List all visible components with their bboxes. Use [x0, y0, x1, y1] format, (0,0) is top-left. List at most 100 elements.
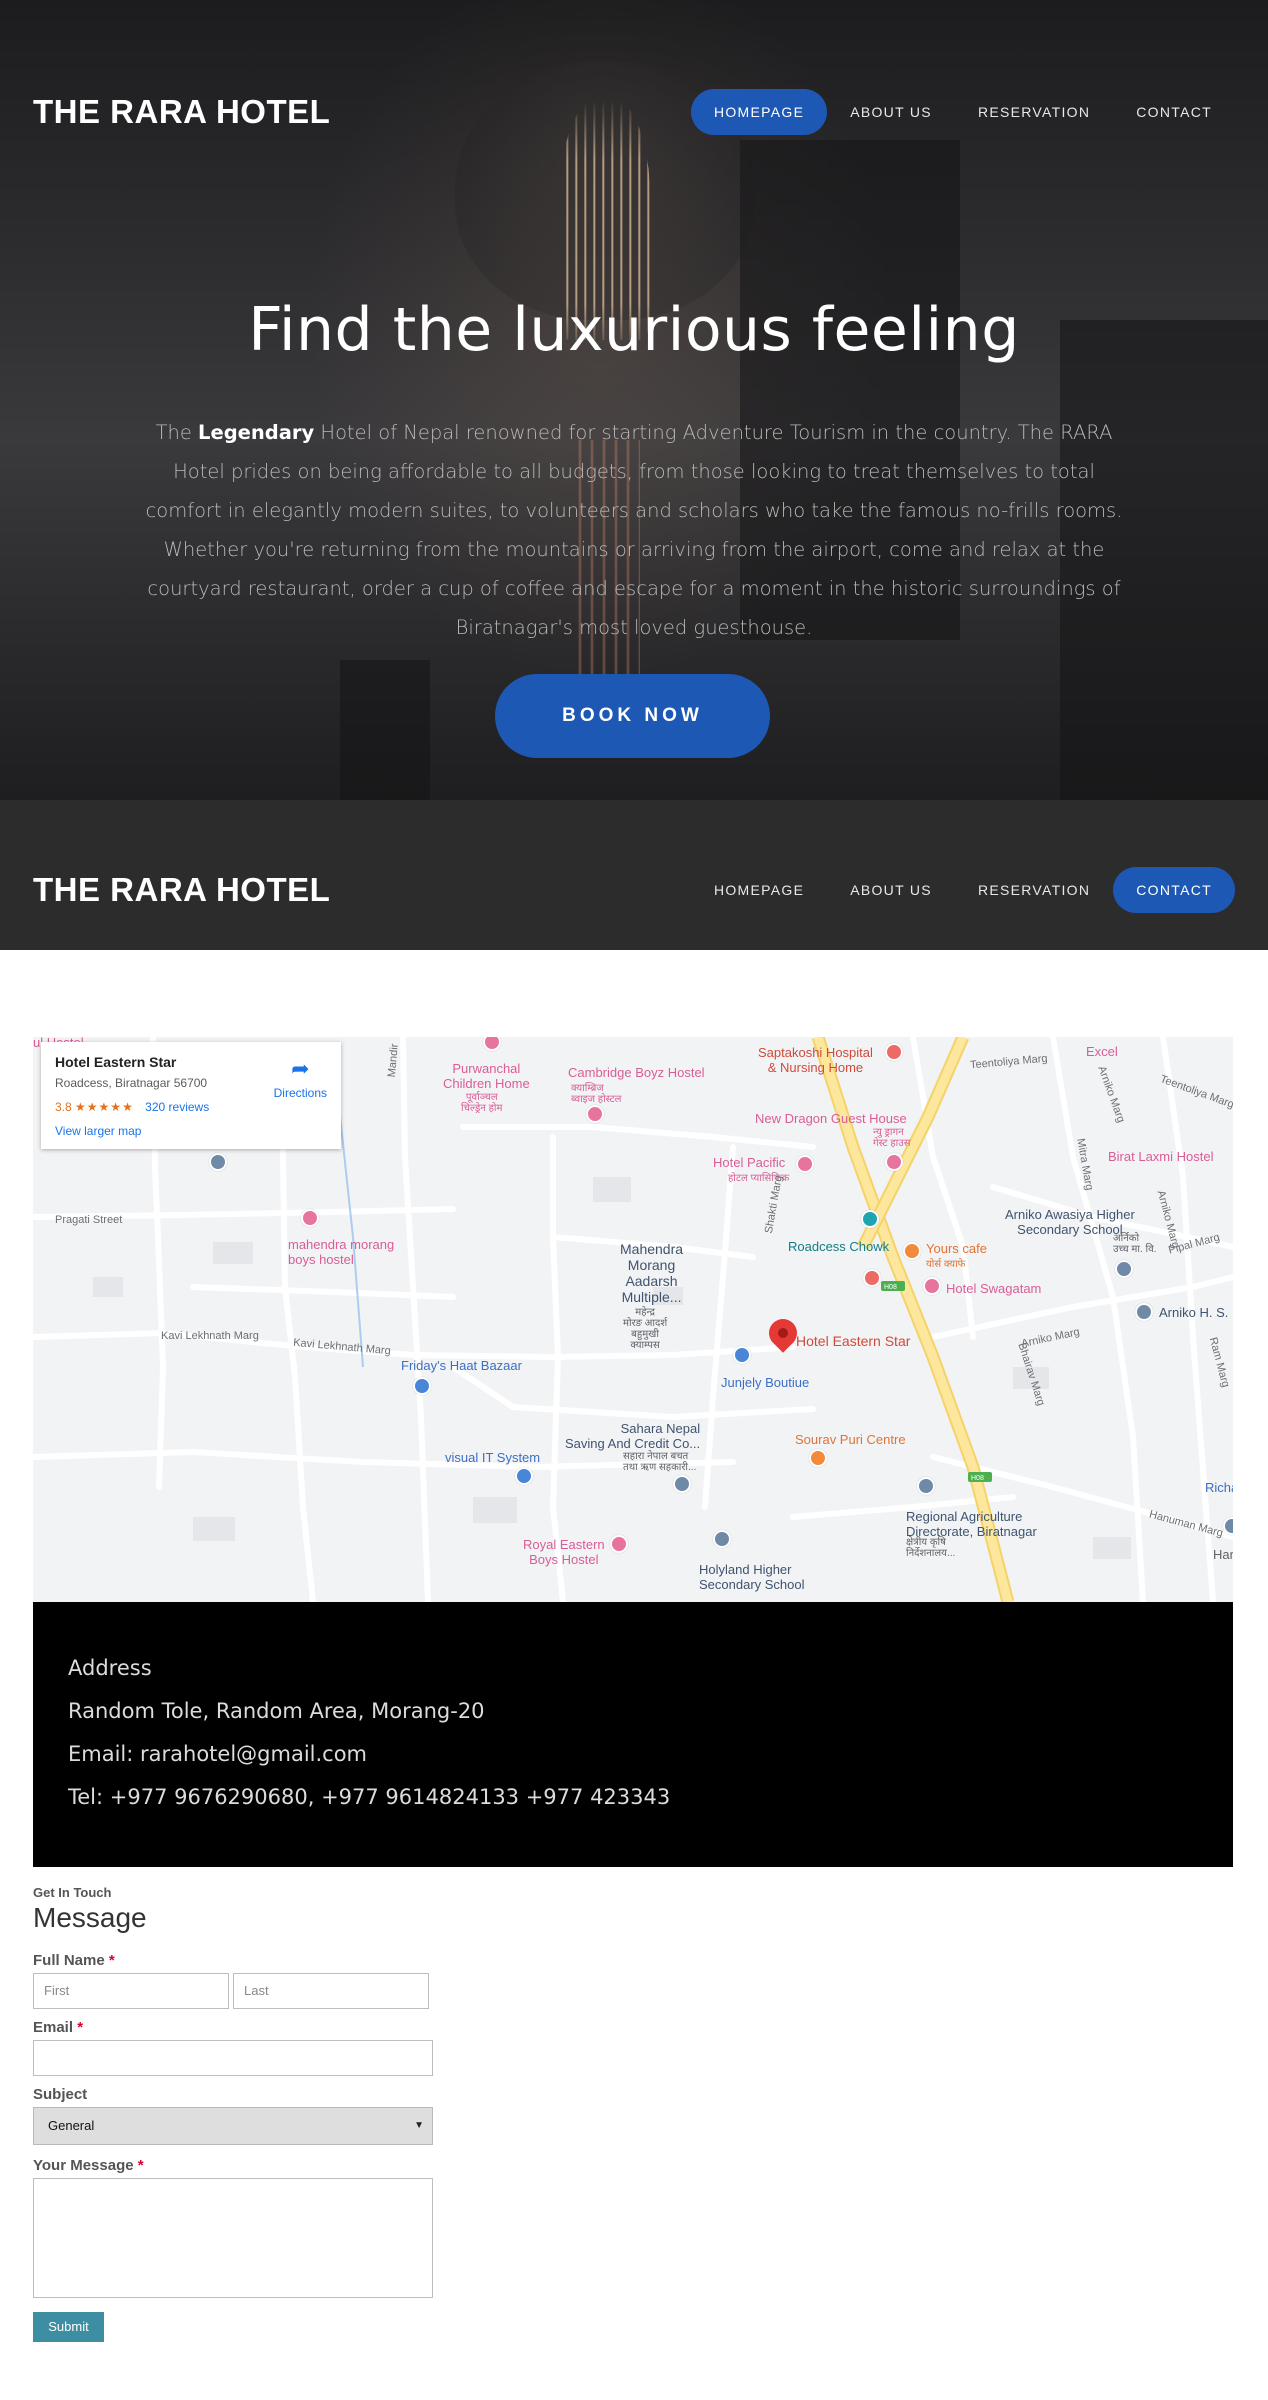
- map-pin-yours-cafe[interactable]: [903, 1242, 921, 1260]
- address-email: Email: rarahotel@gmail.com: [68, 1742, 368, 1766]
- map-label-cambridge[interactable]: Cambridge Boyz Hostel: [568, 1065, 705, 1080]
- map-label-eastern-star[interactable]: Hotel Eastern Star: [796, 1334, 910, 1349]
- map-pin-junjely[interactable]: [733, 1346, 751, 1364]
- nav-about-us[interactable]: ABOUT US: [827, 89, 955, 135]
- map-pin-roadcess-red[interactable]: [863, 1269, 881, 1287]
- map-label-yours-cafe-np: योर्स क्याफे: [926, 1259, 966, 1270]
- first-name-input[interactable]: First: [33, 1973, 229, 2009]
- message-textarea[interactable]: [33, 2178, 433, 2298]
- required-marker: *: [137, 2157, 144, 2174]
- map-label-excel[interactable]: Excel: [1086, 1044, 1118, 1059]
- map-pin-saptakoshi[interactable]: [885, 1043, 903, 1061]
- map-label-holyland[interactable]: Holyland Higher Secondary School: [699, 1562, 805, 1592]
- subject-select[interactable]: General ▼: [33, 2107, 433, 2145]
- map-label-roadcess[interactable]: Roadcess Chowk: [788, 1239, 889, 1254]
- hero-text-prefix: The: [155, 421, 199, 444]
- map-label-mahendra-campus[interactable]: Mahendra Morang Aadarsh Multiple...: [620, 1241, 683, 1305]
- map-label-royal[interactable]: Royal Eastern Boys Hostel: [523, 1537, 605, 1567]
- map-label-mahendra-campus-np: महेन्द्र मोरङ आदर्श बहुमुखी क्याम्पस: [623, 1307, 668, 1351]
- map-pin-visual-it[interactable]: [515, 1467, 533, 1485]
- nav-contact[interactable]: CONTACT: [1113, 89, 1235, 135]
- map-label-yours-cafe[interactable]: Yours cafe: [926, 1241, 987, 1256]
- full-name-label: Full Name *: [33, 1952, 633, 1969]
- sticky-navbar: THE RARA HOTEL HOMEPAGE ABOUT US RESERVA…: [0, 845, 1268, 935]
- map-pin-hotel-swagatam[interactable]: [923, 1277, 941, 1295]
- map-pin-left-school[interactable]: [209, 1153, 227, 1171]
- directions-icon: ➦: [291, 1056, 310, 1081]
- nav-reservation-sticky[interactable]: RESERVATION: [955, 867, 1113, 913]
- nav-about-us-sticky[interactable]: ABOUT US: [827, 867, 955, 913]
- map-label-richa[interactable]: Richa: [1205, 1480, 1233, 1495]
- form-title: Message: [33, 1902, 147, 1933]
- map-pin-hotel-pacific[interactable]: [796, 1155, 814, 1173]
- map-pin-regional[interactable]: [917, 1477, 935, 1495]
- submit-button[interactable]: Submit: [33, 2312, 104, 2342]
- nav-links: HOMEPAGE ABOUT US RESERVATION CONTACT: [690, 89, 1235, 135]
- site-logo[interactable]: THE RARA HOTEL: [33, 67, 330, 157]
- map-pin-sahara[interactable]: [673, 1475, 691, 1493]
- chevron-down-icon: ▼: [414, 2120, 424, 2131]
- full-name-label-text: Full Name: [33, 1952, 105, 1969]
- map-label-hotel-swagatam[interactable]: Hotel Swagatam: [946, 1281, 1041, 1296]
- star-rating-icon: ★★★★★: [75, 1100, 134, 1114]
- map-label-new-dragon[interactable]: New Dragon Guest House: [755, 1111, 907, 1126]
- last-name-input[interactable]: Last: [233, 1973, 429, 2009]
- address-phone: Tel: +977 9676290680, +977 9614824133 +9…: [68, 1785, 671, 1809]
- map-label-arniko-school-np: अर्निको उच्च मा. वि.: [1113, 1233, 1157, 1255]
- map-label-sourav[interactable]: Sourav Puri Centre: [795, 1432, 906, 1447]
- map-pin-arniko-hs[interactable]: [1135, 1303, 1153, 1321]
- map-label-kavi-1: Kavi Lekhnath Marg: [161, 1330, 259, 1342]
- email-label-text: Email: [33, 2019, 74, 2036]
- nav-reservation[interactable]: RESERVATION: [955, 89, 1113, 135]
- map-label-sahara-np: सहारा नेपाल बचत तथा ऋण सहकारी...: [623, 1451, 697, 1473]
- map-pin-fridays[interactable]: [413, 1377, 431, 1395]
- map-card-rating: 3.8: [55, 1100, 72, 1114]
- directions-button[interactable]: ➦ Directions: [274, 1056, 327, 1100]
- map-label-saptakoshi[interactable]: Saptakoshi Hospital & Nursing Home: [758, 1045, 873, 1075]
- map-pin-holyland[interactable]: [713, 1530, 731, 1548]
- map-label-regional[interactable]: Regional Agriculture Directorate, Biratn…: [906, 1509, 1037, 1539]
- map-label-junjely[interactable]: Junjely Boutiue: [721, 1375, 809, 1390]
- sticky-navbar-section: THE RARA HOTEL HOMEPAGE ABOUT US RESERVA…: [0, 800, 1268, 950]
- site-logo-sticky[interactable]: THE RARA HOTEL: [33, 845, 330, 935]
- map-card-reviews-link[interactable]: 320 reviews: [145, 1100, 209, 1114]
- book-now-button[interactable]: BOOK NOW: [495, 674, 770, 758]
- map-label-pragati: Pragati Street: [55, 1214, 123, 1226]
- map-label-purwanchal[interactable]: Purwanchal Children Home: [443, 1061, 530, 1091]
- map-label-fridays[interactable]: Friday's Haat Bazaar: [401, 1358, 522, 1373]
- highway-shield-h08a: H08: [884, 1284, 897, 1291]
- hero-section: THE RARA HOTEL HOMEPAGE ABOUT US RESERVA…: [0, 0, 1268, 800]
- nav-homepage[interactable]: HOMEPAGE: [690, 89, 828, 135]
- address-heading: Address: [68, 1656, 152, 1680]
- subject-select-value: General: [48, 2118, 95, 2133]
- map-label-mandir: Mandir: [385, 1043, 401, 1078]
- map-label-birat-laxmi[interactable]: Birat Laxmi Hostel: [1108, 1149, 1213, 1164]
- required-marker: *: [77, 2019, 84, 2036]
- map-pin-new-dragon[interactable]: [885, 1153, 903, 1171]
- map-pin-arniko-school[interactable]: [1115, 1260, 1133, 1278]
- hero-text-bold: Legendary: [198, 421, 315, 444]
- map-label-arniko-hs[interactable]: Arniko H. S.: [1159, 1305, 1228, 1320]
- map-label-cambridge-np: क्याम्ब्रिज ब्वाइज होस्टल: [571, 1083, 622, 1105]
- hero-text-rest: Hotel of Nepal renowned for starting Adv…: [145, 421, 1123, 639]
- nav-homepage-sticky[interactable]: HOMEPAGE: [691, 867, 827, 913]
- map-pin-royal[interactable]: [610, 1535, 628, 1553]
- map-pin-mahendra-hostel[interactable]: [301, 1209, 319, 1227]
- map-label-new-dragon-np: न्यु ड्रागन गेस्ट हाउस: [873, 1127, 911, 1149]
- map-label-mahendra-hostel[interactable]: mahendra morang boys hostel: [288, 1237, 394, 1267]
- map-label-hotel-pacific[interactable]: Hotel Pacific: [713, 1155, 785, 1170]
- map-label-purwanchal-np: पूर्वाञ्चल चिल्ड्रेन होम: [461, 1092, 503, 1114]
- map-pin-cambridge[interactable]: [586, 1105, 604, 1123]
- google-map[interactable]: H08 H08 ul Hostel Purwanchal Children Ho…: [33, 1037, 1233, 1602]
- email-label: Email *: [33, 2019, 633, 2036]
- map-label-sahara[interactable]: Sahara Nepal Saving And Credit Co...: [565, 1421, 700, 1451]
- map-pin-roadcess-chowk[interactable]: [861, 1210, 879, 1228]
- map-label-visual-it[interactable]: visual IT System: [445, 1450, 540, 1465]
- email-input[interactable]: [33, 2040, 433, 2076]
- view-larger-map-link[interactable]: View larger map: [55, 1124, 327, 1138]
- top-navbar: THE RARA HOTEL HOMEPAGE ABOUT US RESERVA…: [0, 67, 1268, 157]
- map-pin-sourav[interactable]: [809, 1449, 827, 1467]
- nav-contact-sticky[interactable]: CONTACT: [1113, 867, 1235, 913]
- message-label: Your Message *: [33, 2157, 633, 2174]
- map-label-regional-np: क्षेत्रीय कृषि निर्देशनालय...: [906, 1537, 956, 1559]
